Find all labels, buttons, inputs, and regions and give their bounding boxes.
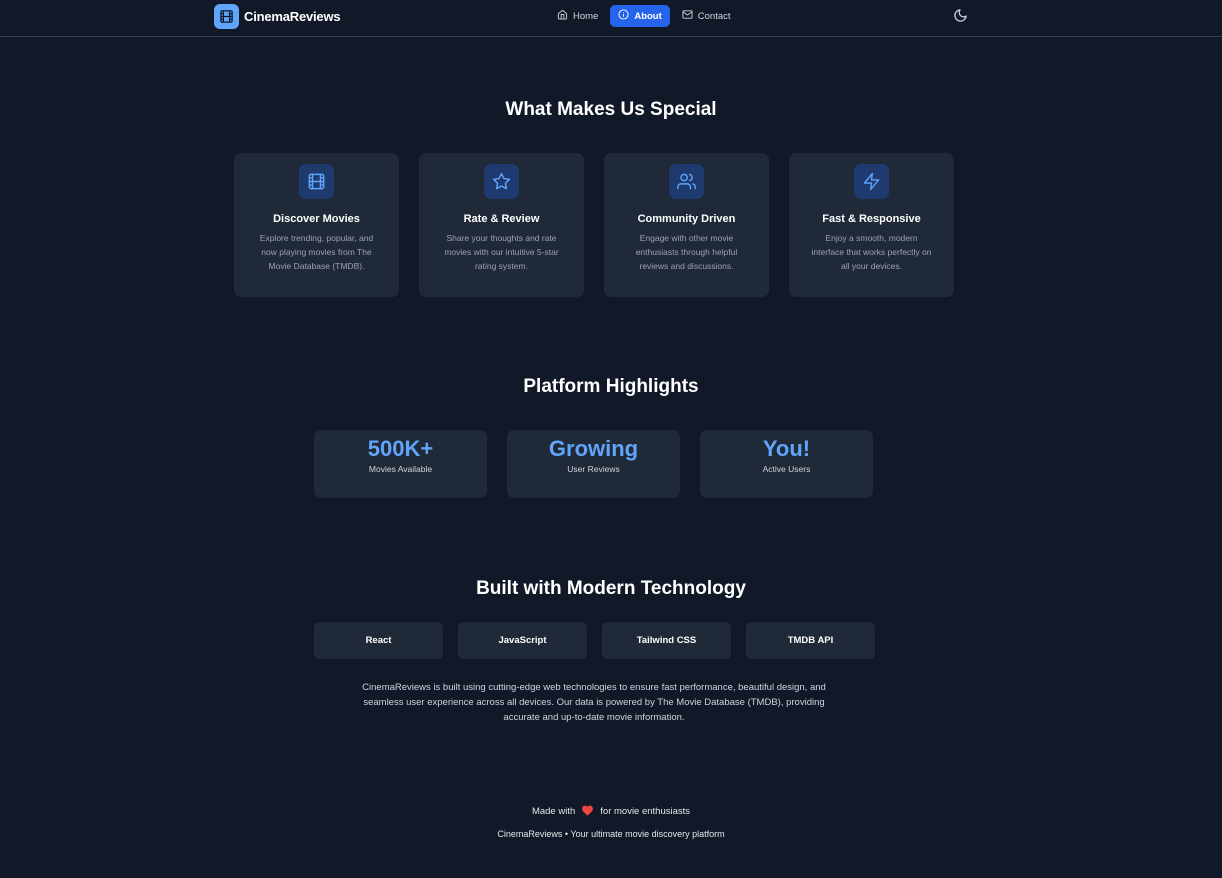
logo[interactable]: CinemaReviews [214, 4, 341, 29]
footer-made-suffix: for movie enthusiasts [600, 806, 691, 817]
highlight-value: Growing [548, 436, 639, 461]
highlight-card-users: You! Active Users [700, 430, 873, 498]
technology-description: CinemaReviews is built using cutting-edg… [362, 682, 826, 723]
feature-card-discover: Discover Movies Explore trending, popula… [234, 153, 399, 297]
highlight-value: 500K+ [367, 436, 434, 461]
nav-home-label: Home [573, 10, 599, 22]
mail-icon [682, 9, 693, 23]
home-icon [557, 9, 568, 23]
footer-made-prefix: Made with [531, 806, 576, 817]
highlights-title: Platform Highlights [523, 376, 699, 397]
highlight-label: Movies Available [368, 464, 433, 474]
logo-text: CinemaReviews [244, 9, 341, 24]
film-icon [299, 164, 334, 199]
highlight-value: You! [762, 436, 811, 461]
tech-pill-tmdb: TMDB API [746, 622, 875, 659]
tech-pill-tailwind: Tailwind CSS [602, 622, 731, 659]
footer-made-with: Made with for movie enthusiasts [0, 804, 1222, 819]
nav-about[interactable]: About [610, 5, 670, 27]
nav-about-label: About [634, 10, 662, 22]
heart-icon [581, 804, 594, 819]
feature-title: Discover Movies [273, 213, 360, 225]
star-icon [484, 164, 519, 199]
tech-pill-react: React [314, 622, 443, 659]
highlight-card-movies: 500K+ Movies Available [314, 430, 487, 498]
nav-home[interactable]: Home [549, 5, 606, 27]
feature-title: Rate & Review [463, 213, 540, 225]
highlight-card-reviews: Growing User Reviews [507, 430, 680, 498]
nav-contact[interactable]: Contact [674, 5, 739, 27]
top-navbar: CinemaReviews Home About Contact [0, 0, 1222, 37]
tech-list: React JavaScript Tailwind CSS TMDB API [314, 622, 875, 659]
feature-title: Fast & Responsive [822, 213, 921, 225]
moon-icon [953, 9, 968, 27]
nav-contact-label: Contact [697, 10, 731, 22]
theme-toggle-button[interactable] [953, 8, 969, 24]
technology-title: Built with Modern Technology [476, 578, 746, 599]
features-grid: Discover Movies Explore trending, popula… [234, 153, 954, 297]
users-icon [669, 164, 704, 199]
tech-pill-javascript: JavaScript [458, 622, 587, 659]
highlight-label: User Reviews [567, 464, 620, 474]
feature-card-community: Community Driven Engage with other movie… [604, 153, 769, 297]
features-title: What Makes Us Special [505, 99, 717, 120]
feature-description: Share your thoughts and rate movies with… [444, 233, 559, 271]
feature-card-rate: Rate & Review Share your thoughts and ra… [419, 153, 584, 297]
lightning-icon [854, 164, 889, 199]
main-nav: Home About Contact [549, 5, 739, 27]
feature-card-fast: Fast & Responsive Enjoy a smooth, modern… [789, 153, 954, 297]
footer-tagline: CinemaReviews • Your ultimate movie disc… [497, 829, 725, 839]
feature-description: Explore trending, popular, and now playi… [259, 233, 374, 271]
feature-description: Engage with other movie enthusiasts thro… [635, 233, 738, 271]
highlights-grid: 500K+ Movies Available Growing User Revi… [314, 430, 873, 498]
feature-title: Community Driven [637, 213, 736, 225]
info-icon [618, 9, 629, 23]
feature-description: Enjoy a smooth, modern interface that wo… [811, 233, 932, 271]
film-icon [214, 4, 239, 29]
highlight-label: Active Users [762, 464, 811, 474]
